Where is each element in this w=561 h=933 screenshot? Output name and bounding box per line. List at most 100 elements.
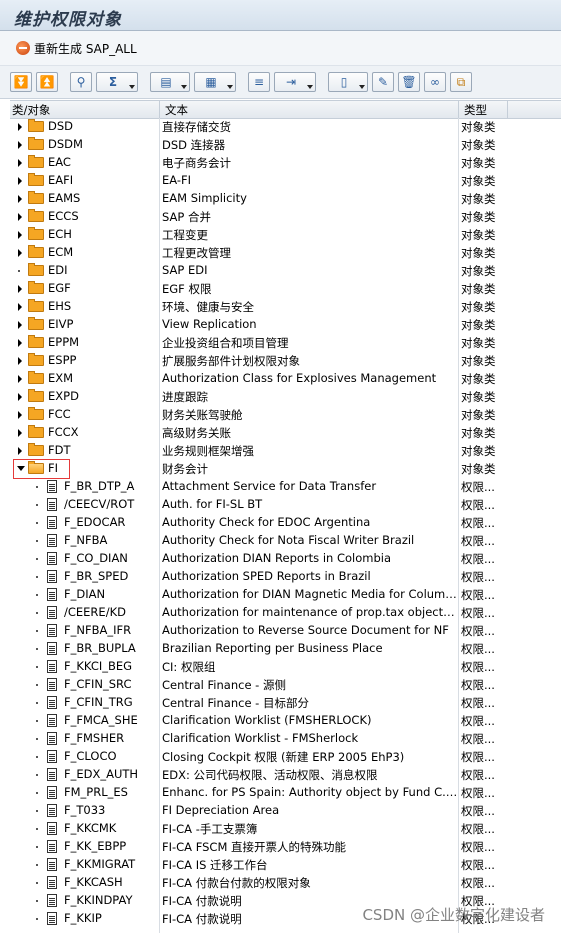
select-button[interactable]: ≡ — [248, 72, 270, 92]
tree-node[interactable]: F_CFIN_SRC — [10, 676, 159, 694]
tree-row-class[interactable]: EAFI EA-FI 对象类 — [10, 172, 561, 190]
collapsed-arrow-icon[interactable] — [18, 375, 22, 383]
tree-row-object[interactable]: /CEERE/KD Authorization for maintenance o… — [10, 604, 561, 622]
tree-node[interactable]: ECH — [10, 226, 159, 244]
tree-row-object[interactable]: F_BR_DTP_A Attachment Service for Data Tr… — [10, 478, 561, 496]
edit-button[interactable]: ✎ — [372, 72, 394, 92]
tree-node[interactable]: DSDM — [10, 136, 159, 154]
sum-button[interactable]: Σ — [96, 72, 138, 92]
column-header-type[interactable]: 类型 — [464, 102, 487, 118]
tree-node[interactable]: EAC — [10, 154, 159, 172]
delete-button[interactable]: 🗑 — [398, 72, 420, 92]
collapsed-arrow-icon[interactable] — [18, 231, 22, 239]
tree-row-class[interactable]: ESPP 扩展服务部件计划权限对象 对象类 — [10, 352, 561, 370]
tree-node[interactable]: ECM — [10, 244, 159, 262]
tree-row-class[interactable]: ECCS SAP 合并 对象类 — [10, 208, 561, 226]
tree-node[interactable]: F_DIAN — [10, 586, 159, 604]
tree-node[interactable]: /CEECV/ROT — [10, 496, 159, 514]
tree-row-class[interactable]: FCCX 高级财务关账 对象类 — [10, 424, 561, 442]
tree-row-object[interactable]: F_DIAN Authorization for DIAN Magnetic Me… — [10, 586, 561, 604]
tree-node[interactable]: EAMS — [10, 190, 159, 208]
tree-row-class[interactable]: EPPM 企业投资组合和项目管理 对象类 — [10, 334, 561, 352]
tree-row-class[interactable]: EAC 电子商务会计 对象类 — [10, 154, 561, 172]
tree-row-object[interactable]: FM_PRL_ES Enhanc. for PS Spain: Authority… — [10, 784, 561, 802]
tree-row-class[interactable]: ECM 工程更改管理 对象类 — [10, 244, 561, 262]
tree-node[interactable]: EDI — [10, 262, 159, 280]
collapsed-arrow-icon[interactable] — [18, 123, 22, 131]
tree-node[interactable]: ESPP — [10, 352, 159, 370]
tree-node[interactable]: F_BR_DTP_A — [10, 478, 159, 496]
tree-row-object[interactable]: F_EDX_AUTH EDX: 公司代码权限、活动权限、消息权限 权限... — [10, 766, 561, 784]
tree-row-object[interactable]: F_CO_DIAN Authorization DIAN Reports in C… — [10, 550, 561, 568]
column-separator[interactable] — [159, 101, 160, 118]
tree-row-class[interactable]: EGF EGF 权限 对象类 — [10, 280, 561, 298]
glasses-button[interactable]: ∞ — [424, 72, 446, 92]
collapsed-arrow-icon[interactable] — [18, 393, 22, 401]
tree-node[interactable]: F_FMCA_SHE — [10, 712, 159, 730]
tree-row-class[interactable]: EAMS EAM Simplicity 对象类 — [10, 190, 561, 208]
tree-node[interactable]: F_NFBA — [10, 532, 159, 550]
collapsed-arrow-icon[interactable] — [18, 357, 22, 365]
collapsed-arrow-icon[interactable] — [18, 321, 22, 329]
tree-node[interactable]: F_KKINDPAY — [10, 892, 159, 910]
tree-row-object[interactable]: F_EDOCAR Authority Check for EDOC Argenti… — [10, 514, 561, 532]
tree-node[interactable]: FM_PRL_ES — [10, 784, 159, 802]
tree-row-object[interactable]: F_CFIN_TRG Central Finance - 目标部分 权限... — [10, 694, 561, 712]
tree-node[interactable]: F_BR_BUPLA — [10, 640, 159, 658]
tree-node[interactable]: EXPD — [10, 388, 159, 406]
tree-node[interactable]: EXM — [10, 370, 159, 388]
tree-row-object[interactable]: F_NFBA Authority Check for Nota Fiscal Wr… — [10, 532, 561, 550]
tree-node[interactable]: EPPM — [10, 334, 159, 352]
tree-row-object[interactable]: F_CFIN_SRC Central Finance - 源侧 权限... — [10, 676, 561, 694]
tree-node[interactable]: EGF — [10, 280, 159, 298]
collapsed-arrow-icon[interactable] — [18, 249, 22, 257]
tree-node[interactable]: F_CLOCO — [10, 748, 159, 766]
tree-node[interactable]: FCC — [10, 406, 159, 424]
collapsed-arrow-icon[interactable] — [18, 285, 22, 293]
tree-row-object[interactable]: F_NFBA_IFR Authorization to Reverse Sourc… — [10, 622, 561, 640]
tree-row-object[interactable]: F_KKCI_BEG CI: 权限组 权限... — [10, 658, 561, 676]
expand-all-button[interactable]: ⏬ — [10, 72, 32, 92]
tree-row-object[interactable]: F_T033 FI Depreciation Area 权限... — [10, 802, 561, 820]
tree-node[interactable]: ECCS — [10, 208, 159, 226]
tree-node[interactable]: F_EDX_AUTH — [10, 766, 159, 784]
tree-node[interactable]: F_EDOCAR — [10, 514, 159, 532]
tree-row-object[interactable]: F_KKCMK FI-CA -手工支票簿 权限... — [10, 820, 561, 838]
tree-row-class[interactable]: EIVP View Replication 对象类 — [10, 316, 561, 334]
tree-row-class[interactable]: FI 财务会计 对象类 — [10, 460, 561, 478]
tree-row-object[interactable]: F_BR_SPED Authorization SPED Reports in B… — [10, 568, 561, 586]
tree-node[interactable]: F_KKCI_BEG — [10, 658, 159, 676]
transport-button[interactable]: ⧉ — [450, 72, 472, 92]
tree-node[interactable]: EHS — [10, 298, 159, 316]
tree-node[interactable]: F_T033 — [10, 802, 159, 820]
collapsed-arrow-icon[interactable] — [18, 213, 22, 221]
tree-node[interactable]: EIVP — [10, 316, 159, 334]
tree-node[interactable]: FCCX — [10, 424, 159, 442]
tree-node[interactable]: F_NFBA_IFR — [10, 622, 159, 640]
column-separator[interactable] — [507, 101, 508, 118]
collapsed-arrow-icon[interactable] — [18, 303, 22, 311]
collapsed-arrow-icon[interactable] — [18, 411, 22, 419]
tree-row-class[interactable]: EXM Authorization Class for Explosives Ma… — [10, 370, 561, 388]
tree-row-object[interactable]: F_KKMIGRAT FI-CA IS 迁移工作台 权限... — [10, 856, 561, 874]
print-button[interactable]: ▤ — [150, 72, 190, 92]
collapsed-arrow-icon[interactable] — [18, 159, 22, 167]
collapsed-arrow-icon[interactable] — [18, 429, 22, 437]
tree-row-class[interactable]: EDI SAP EDI 对象类 — [10, 262, 561, 280]
collapsed-arrow-icon[interactable] — [18, 141, 22, 149]
layout-button[interactable]: ▦ — [194, 72, 236, 92]
tree-row-class[interactable]: EXPD 进度跟踪 对象类 — [10, 388, 561, 406]
tree-node[interactable]: F_KKCMK — [10, 820, 159, 838]
tree-row-class[interactable]: EHS 环境、健康与安全 对象类 — [10, 298, 561, 316]
tree-row-class[interactable]: FDT 业务规则框架增强 对象类 — [10, 442, 561, 460]
regenerate-sap-all-button[interactable]: 重新生成 SAP_ALL — [16, 39, 137, 57]
find-button[interactable]: ⚲ — [70, 72, 92, 92]
tree-node[interactable]: F_KKIP — [10, 910, 159, 928]
collapsed-arrow-icon[interactable] — [18, 177, 22, 185]
tree-node[interactable]: DSD — [10, 118, 159, 136]
tree-node[interactable]: /CEERE/KD — [10, 604, 159, 622]
tree-row-object[interactable]: F_FMCA_SHE Clarification Worklist (FMSHER… — [10, 712, 561, 730]
tree-row-object[interactable]: F_KK_EBPP FI-CA FSCM 直接开票人的特殊功能 权限... — [10, 838, 561, 856]
tree-row-class[interactable]: DSDM DSD 连接器 对象类 — [10, 136, 561, 154]
tree-row-object[interactable]: F_BR_BUPLA Brazilian Reporting per Busine… — [10, 640, 561, 658]
